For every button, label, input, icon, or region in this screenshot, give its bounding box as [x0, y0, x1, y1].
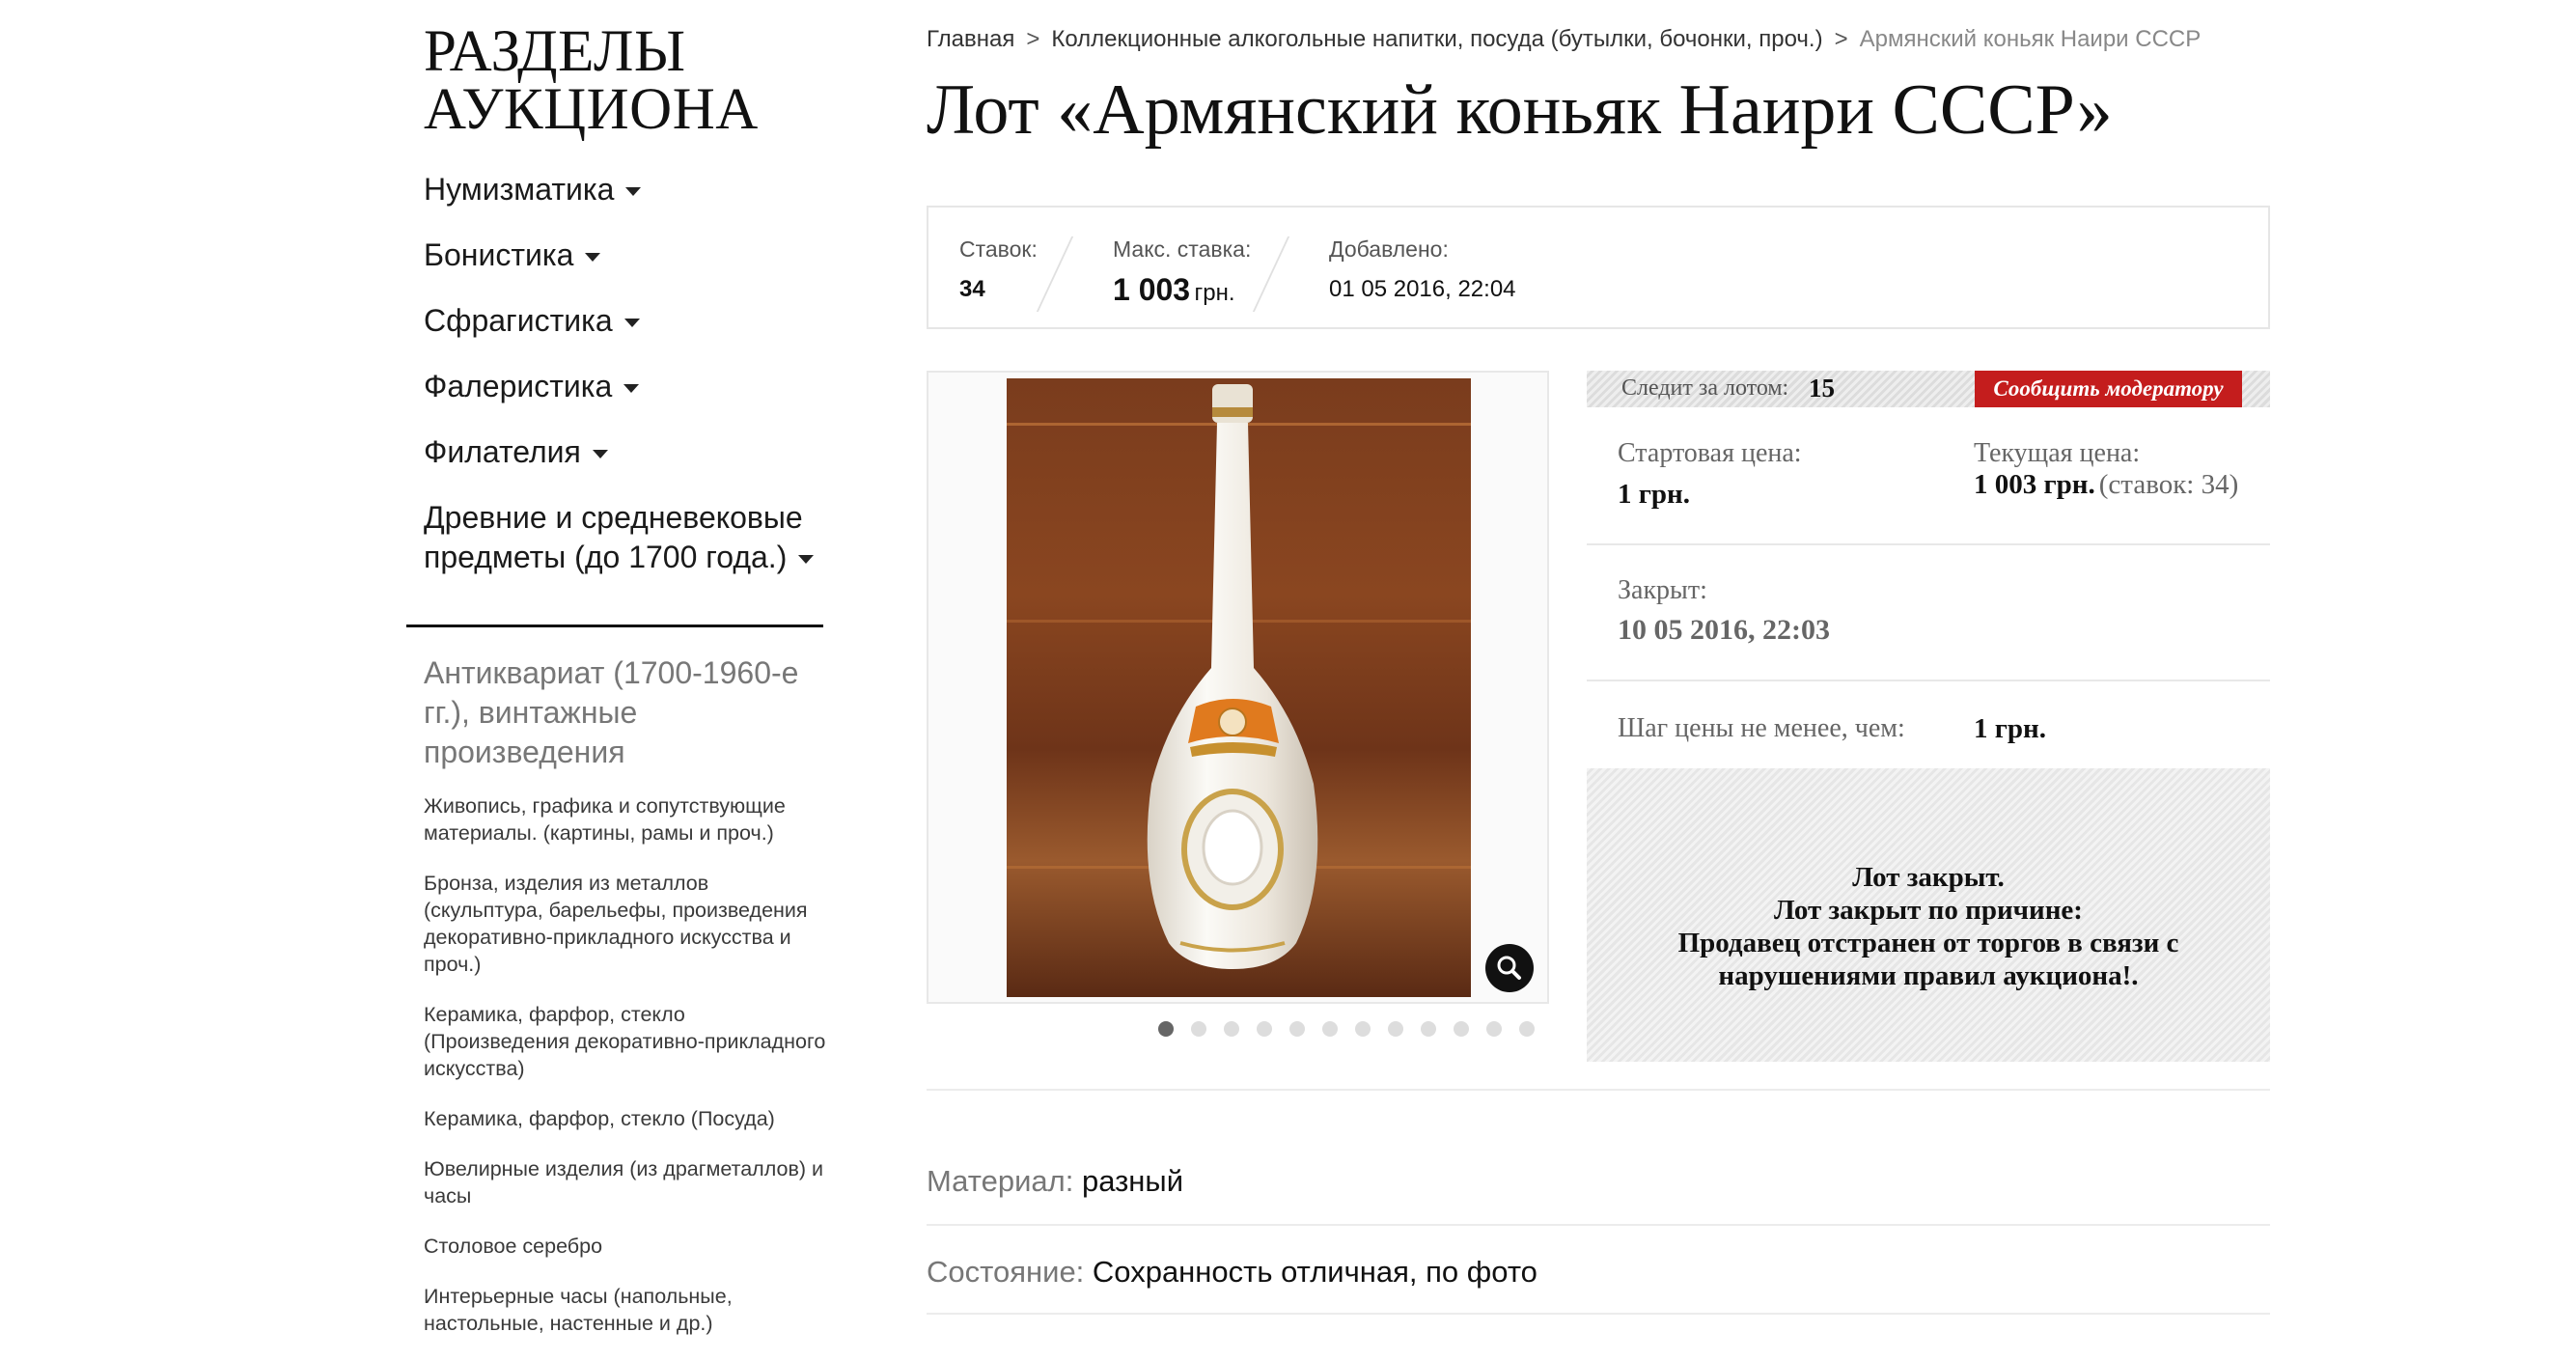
- property-material: Материал: разный: [927, 1164, 1183, 1199]
- sidebar-subitem[interactable]: Столовое серебро: [424, 1233, 829, 1260]
- current-price-row: 1 003 грн. (ставок: 34): [1974, 469, 2238, 501]
- sidebar-subitem[interactable]: Интерьерные часы (напольные, настольные,…: [424, 1283, 829, 1337]
- max-bid-label: Макс. ставка:: [1113, 236, 1252, 262]
- current-price-note: (ставок: 34): [2098, 469, 2239, 500]
- closed-reason-text: Продавец отстранен от торгов в связи с н…: [1677, 928, 2179, 991]
- sidebar-item-label: Древние и средневековые предметы (до 170…: [424, 500, 803, 574]
- section-divider: [927, 1089, 2270, 1091]
- closed-reason-label: Лот закрыт по причине:: [1774, 895, 2083, 926]
- sidebar-item-label: Сфрагистика: [424, 303, 613, 338]
- sidebar-item-philately[interactable]: Филателия: [424, 432, 829, 472]
- sidebar-item-faleristics[interactable]: Фалеристика: [424, 367, 829, 406]
- gallery-dot[interactable]: [1257, 1021, 1272, 1037]
- zoom-button[interactable]: [1485, 944, 1534, 992]
- sidebar-item-sphragistics[interactable]: Сфрагистика: [424, 301, 829, 341]
- sidebar-subitem[interactable]: Бронза, изделия из металлов (скульптура,…: [424, 870, 829, 978]
- lot-closed-notice: Лот закрыт. Лот закрыт по причине: Прода…: [1587, 768, 2270, 1062]
- sidebar-item-numismatics[interactable]: Нумизматика: [424, 170, 829, 209]
- max-bid-value: 1 003: [1113, 272, 1191, 307]
- sidebar-subitem[interactable]: Керамика, фарфор, стекло (Произведения д…: [424, 1001, 829, 1082]
- closed-status-line: Лот закрыт.: [1852, 862, 2005, 893]
- sidebar-subitem[interactable]: Ювелирные изделия (из драгметаллов) и ча…: [424, 1155, 829, 1209]
- sidebar-title: РАЗДЕЛЫ АУКЦИОНА: [424, 19, 759, 142]
- sidebar-item-label: Нумизматика: [424, 172, 615, 207]
- watchers-label: Следит за лотом:: [1621, 375, 1789, 401]
- gallery-dot[interactable]: [1486, 1021, 1502, 1037]
- divider: [1587, 543, 2270, 545]
- breadcrumb-home-link[interactable]: Главная: [927, 26, 1014, 52]
- breadcrumb-current: Армянский коньяк Наири СССР: [1859, 26, 2202, 52]
- sidebar-item-label: Фалеристика: [424, 369, 613, 403]
- caret-down-icon: [592, 450, 608, 459]
- closed-value: 10 05 2016, 22:03: [1618, 614, 1830, 646]
- sidebar: РАЗДЕЛЫ АУКЦИОНА Нумизматика Бонистика С…: [424, 19, 829, 603]
- gallery-dot[interactable]: [1289, 1021, 1305, 1037]
- breadcrumb-separator: >: [1834, 26, 1848, 52]
- current-price-label: Текущая цена:: [1974, 438, 2141, 468]
- property-divider: [927, 1224, 2270, 1226]
- current-price-value: 1 003 грн.: [1974, 469, 2095, 500]
- start-price-label: Стартовая цена:: [1618, 438, 1802, 468]
- sidebar-item-label: Бонистика: [424, 237, 574, 272]
- sidebar-group-antiques: Антиквариат (1700-1960-е гг.), винтажные…: [424, 653, 829, 1360]
- report-moderator-button[interactable]: Сообщить модератору: [1975, 371, 2242, 407]
- gallery-dot[interactable]: [1158, 1021, 1174, 1037]
- caret-down-icon: [623, 319, 640, 328]
- breadcrumb-separator: >: [1026, 26, 1040, 52]
- sidebar-item-label: Филателия: [424, 434, 581, 469]
- breadcrumb-category-link[interactable]: Коллекционные алкогольные напитки, посуд…: [1051, 26, 1822, 52]
- gallery-dot[interactable]: [1421, 1021, 1436, 1037]
- gallery-dot[interactable]: [1224, 1021, 1239, 1037]
- gallery-dot[interactable]: [1388, 1021, 1403, 1037]
- sidebar-item-bonistics[interactable]: Бонистика: [424, 236, 829, 275]
- caret-down-icon: [585, 253, 601, 263]
- property-value: разный: [1081, 1164, 1184, 1198]
- watchers-bar: Следит за лотом: 15 Сообщить модератору: [1587, 371, 2270, 407]
- magnifier-icon: [1497, 956, 1521, 980]
- sidebar-subitem[interactable]: Живопись, графика и сопутствующие матери…: [424, 792, 829, 847]
- sidebar-item-ancient-items[interactable]: Древние и средневековые предметы (до 170…: [424, 498, 829, 577]
- lot-photo[interactable]: [1007, 378, 1471, 997]
- added-value: 01 05 2016, 22:04: [1329, 276, 1516, 302]
- bottle-photo-icon: [1147, 384, 1318, 969]
- gallery-dot[interactable]: [1519, 1021, 1535, 1037]
- step-value: 1 грн.: [1974, 713, 2047, 744]
- caret-down-icon: [625, 187, 642, 197]
- gallery-dot[interactable]: [1191, 1021, 1206, 1037]
- property-key: Материал:: [927, 1164, 1074, 1198]
- bids-value: 34: [959, 276, 985, 302]
- lot-stats: Ставок: 34 Макс. ставка: 1 003 грн. Доба…: [927, 206, 2270, 329]
- gallery-dot[interactable]: [1454, 1021, 1469, 1037]
- max-bid-stat: Макс. ставка: 1 003 грн.: [1113, 236, 1251, 308]
- closed-label: Закрыт:: [1618, 575, 1707, 605]
- step-label: Шаг цены не менее, чем:: [1618, 713, 1905, 743]
- image-viewer: [927, 371, 1549, 1004]
- sidebar-group-title[interactable]: Антиквариат (1700-1960-е гг.), винтажные…: [424, 653, 829, 772]
- property-condition: Состояние: Сохранность отличная, по фото: [927, 1255, 1537, 1290]
- divider: [1587, 680, 2270, 681]
- caret-down-icon: [623, 384, 640, 394]
- stat-divider: [1252, 236, 1290, 312]
- start-price-value: 1 грн.: [1618, 479, 1691, 510]
- max-bid-currency: грн.: [1194, 280, 1235, 306]
- bids-stat: Ставок: 34: [959, 236, 1038, 303]
- gallery-dots: [1158, 1021, 1554, 1041]
- breadcrumb: Главная > Коллекционные алкогольные напитк…: [927, 26, 2201, 53]
- sidebar-divider: [406, 624, 823, 627]
- added-label: Добавлено:: [1329, 236, 1449, 262]
- max-bid-row: 1 003 грн.: [1113, 272, 1251, 308]
- caret-down-icon: [798, 555, 815, 565]
- page-title: Лот «Армянский коньяк Наири СССР»: [927, 70, 2113, 150]
- sidebar-subitem[interactable]: Керамика, фарфор, стекло (Посуда): [424, 1105, 829, 1132]
- gallery-dot[interactable]: [1322, 1021, 1338, 1037]
- added-stat: Добавлено: 01 05 2016, 22:04: [1329, 236, 1516, 303]
- stat-divider: [1036, 236, 1074, 312]
- property-key: Состояние:: [927, 1255, 1085, 1289]
- property-value: Сохранность отличная, по фото: [1092, 1255, 1537, 1289]
- bids-label: Ставок:: [959, 236, 1038, 262]
- gallery-dot[interactable]: [1355, 1021, 1371, 1037]
- property-divider: [927, 1313, 2270, 1315]
- watchers-count: 15: [1809, 374, 1835, 402]
